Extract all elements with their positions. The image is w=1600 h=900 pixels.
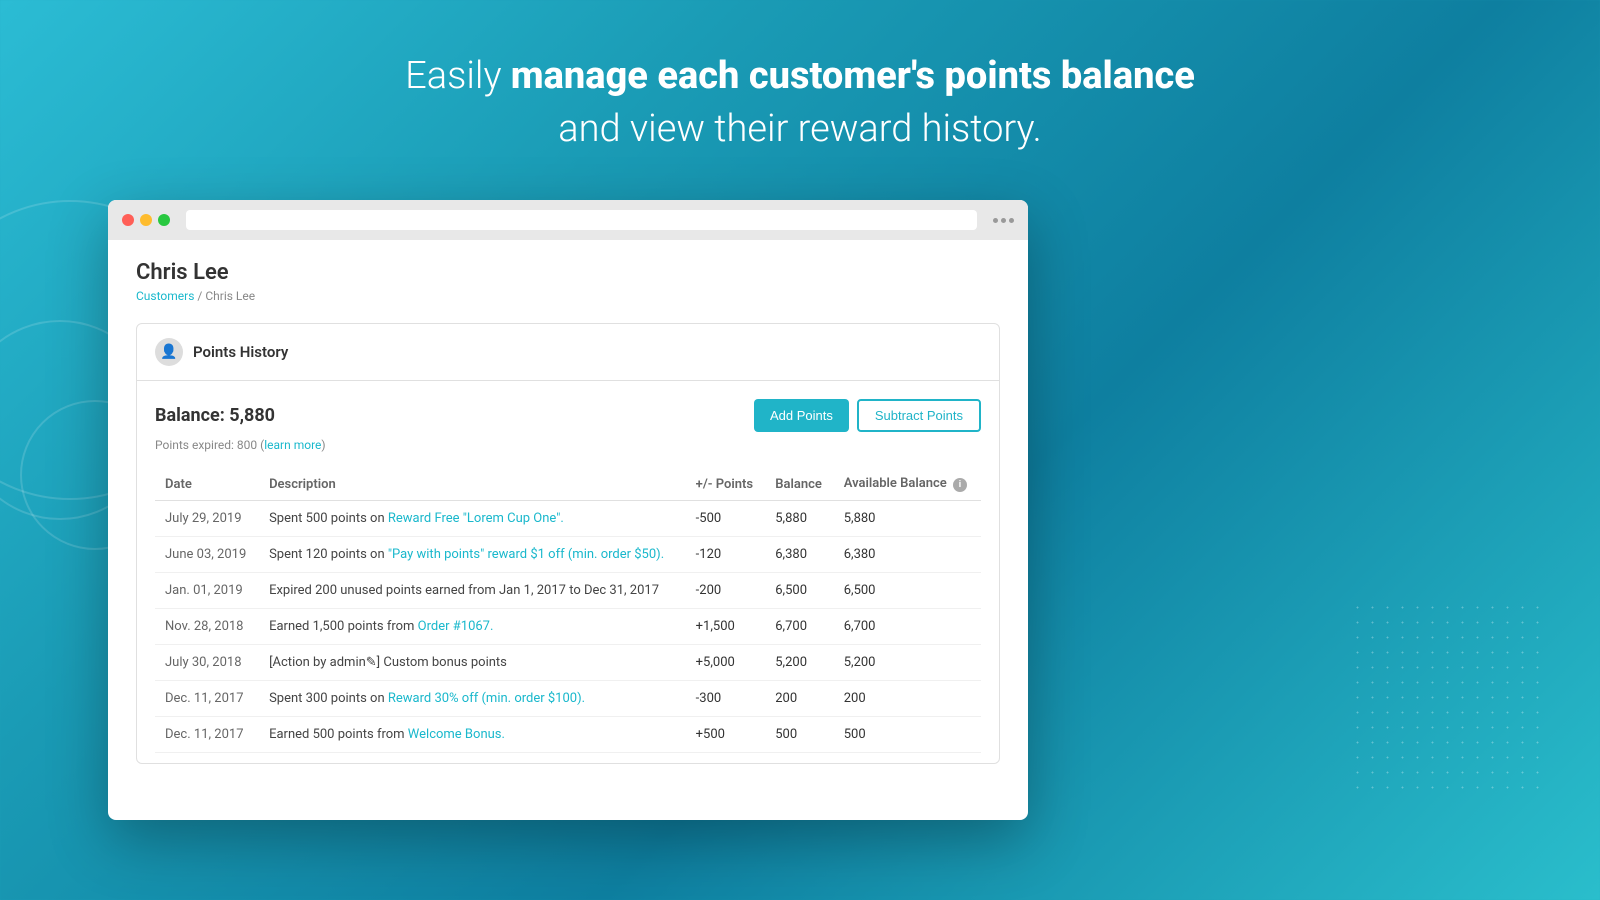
balance-text: Balance: 5,880: [155, 405, 275, 426]
hero-line2: and view their reward history.: [0, 103, 1600, 156]
table-row: Dec. 11, 2017Earned 500 points from Welc…: [155, 717, 981, 753]
browser-titlebar: [108, 200, 1028, 240]
col-balance: Balance: [765, 468, 833, 501]
menu-dot-3: [1009, 218, 1014, 223]
browser-dot-red: [122, 214, 134, 226]
col-points: +/- Points: [686, 468, 766, 501]
cell-avail: 500: [834, 717, 981, 753]
table-row: June 03, 2019Spent 120 points on "Pay wi…: [155, 537, 981, 573]
cell-desc: Earned 500 points from Welcome Bonus.: [259, 717, 686, 753]
cell-desc: Spent 300 points on Reward 30% off (min.…: [259, 681, 686, 717]
cell-points: -200: [686, 573, 766, 609]
breadcrumb-current: Chris Lee: [205, 289, 255, 303]
hero-line1-normal: Easily: [405, 54, 511, 98]
points-btn-group: Add Points Subtract Points: [754, 399, 981, 432]
balance-row: Balance: 5,880 Add Points Subtract Point…: [155, 399, 981, 432]
desc-link[interactable]: Reward 30% off (min. order $100).: [388, 691, 585, 706]
browser-dot-yellow: [140, 214, 152, 226]
menu-dot-1: [993, 218, 998, 223]
breadcrumb-parent[interactable]: Customers: [136, 289, 194, 303]
col-date: Date: [155, 468, 259, 501]
cell-balance: 5,200: [765, 645, 833, 681]
cell-date: Dec. 11, 2017: [155, 681, 259, 717]
table-row: July 29, 2019Spent 500 points on Reward …: [155, 501, 981, 537]
cell-avail: 5,880: [834, 501, 981, 537]
table-row: July 30, 2018[Action by admin✎] Custom b…: [155, 645, 981, 681]
desc-link[interactable]: Reward Free "Lorem Cup One".: [388, 511, 564, 526]
cell-avail: 6,700: [834, 609, 981, 645]
desc-link[interactable]: Welcome Bonus.: [408, 727, 505, 742]
points-table: Date Description +/- Points Balance Avai…: [155, 468, 981, 753]
cell-points: -120: [686, 537, 766, 573]
desc-link[interactable]: "Pay with points" reward $1 off (min. or…: [388, 547, 664, 562]
table-row: Nov. 28, 2018Earned 1,500 points from Or…: [155, 609, 981, 645]
card-header: 👤 Points History: [137, 324, 999, 381]
cell-points: +5,000: [686, 645, 766, 681]
cell-balance: 5,880: [765, 501, 833, 537]
hero-line1-bold: manage each customer's points balance: [511, 54, 1195, 98]
card-title: Points History: [193, 343, 288, 361]
cell-balance: 6,700: [765, 609, 833, 645]
cell-desc: Spent 120 points on "Pay with points" re…: [259, 537, 686, 573]
cell-date: July 29, 2019: [155, 501, 259, 537]
page-title: Chris Lee: [136, 260, 1000, 285]
col-desc: Description: [259, 468, 686, 501]
cell-avail: 5,200: [834, 645, 981, 681]
hero-section: Easily manage each customer's points bal…: [0, 0, 1600, 156]
main-container: Chris Lee Customers / Chris Lee 👤 Points…: [108, 200, 1520, 820]
user-icon: 👤: [155, 338, 183, 366]
cell-balance: 500: [765, 717, 833, 753]
cell-desc: Spent 500 points on Reward Free "Lorem C…: [259, 501, 686, 537]
cell-date: Nov. 28, 2018: [155, 609, 259, 645]
breadcrumb: Customers / Chris Lee: [136, 289, 1000, 303]
cell-balance: 6,380: [765, 537, 833, 573]
cell-date: Jan. 01, 2019: [155, 573, 259, 609]
menu-dot-2: [1001, 218, 1006, 223]
card-body: Balance: 5,880 Add Points Subtract Point…: [137, 381, 999, 763]
cell-balance: 6,500: [765, 573, 833, 609]
avail-info-icon: i: [953, 478, 967, 492]
cell-points: -500: [686, 501, 766, 537]
cell-avail: 6,380: [834, 537, 981, 573]
cell-balance: 200: [765, 681, 833, 717]
cell-desc: Earned 1,500 points from Order #1067.: [259, 609, 686, 645]
subtract-points-button[interactable]: Subtract Points: [857, 399, 981, 432]
table-row: Jan. 01, 2019Expired 200 unused points e…: [155, 573, 981, 609]
cell-desc: [Action by admin✎] Custom bonus points: [259, 645, 686, 681]
cell-avail: 200: [834, 681, 981, 717]
cell-date: July 30, 2018: [155, 645, 259, 681]
col-avail: Available Balance i: [834, 468, 981, 501]
cell-date: Dec. 11, 2017: [155, 717, 259, 753]
points-expired-text: Points expired: 800 (learn more): [155, 438, 981, 452]
browser-content: Chris Lee Customers / Chris Lee 👤 Points…: [108, 240, 1028, 784]
add-points-button[interactable]: Add Points: [754, 399, 849, 432]
cell-points: -300: [686, 681, 766, 717]
browser-window: Chris Lee Customers / Chris Lee 👤 Points…: [108, 200, 1028, 820]
browser-dot-green: [158, 214, 170, 226]
learn-more-link[interactable]: learn more: [264, 438, 321, 452]
cell-points: +500: [686, 717, 766, 753]
cell-desc: Expired 200 unused points earned from Ja…: [259, 573, 686, 609]
browser-address-bar: [186, 210, 977, 230]
table-row: Dec. 11, 2017Spent 300 points on Reward …: [155, 681, 981, 717]
browser-menu: [993, 218, 1014, 223]
cell-date: June 03, 2019: [155, 537, 259, 573]
cell-points: +1,500: [686, 609, 766, 645]
points-history-card: 👤 Points History Balance: 5,880 Add Poin…: [136, 323, 1000, 764]
desc-link[interactable]: Order #1067.: [418, 619, 494, 634]
cell-avail: 6,500: [834, 573, 981, 609]
